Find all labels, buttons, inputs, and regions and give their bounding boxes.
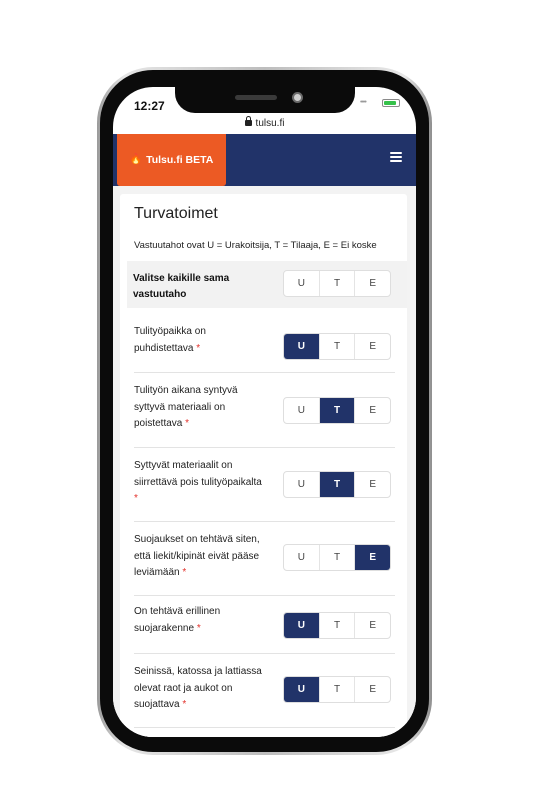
- option-e[interactable]: E: [355, 334, 390, 359]
- requirement-row: Tulityön aikana syntyvä syttyvä materiaa…: [134, 373, 395, 448]
- requirement-row: Tulityöpaikka on puhdistettava * U T E: [134, 316, 395, 373]
- select-all-label: Valitse kaikille sama vastuutaho: [133, 273, 230, 300]
- responsibility-segmented: UTE: [283, 676, 391, 703]
- page-title: Turvatoimet: [134, 205, 218, 222]
- speaker: [235, 95, 277, 100]
- requirement-label: Syttyvät materiaalit on siirrettävä pois…: [134, 458, 264, 508]
- brand-label: Tulsu.fi BETA: [146, 154, 214, 166]
- option-t[interactable]: T: [320, 334, 356, 359]
- option-u[interactable]: U: [284, 613, 320, 638]
- requirement-text: Suojaukset on tehtävä siten, että liekit…: [134, 534, 260, 578]
- option-e[interactable]: E: [355, 613, 390, 638]
- required-asterisk: *: [182, 699, 187, 710]
- responsibility-segmented: UTE: [283, 612, 391, 639]
- option-u[interactable]: U: [284, 334, 320, 359]
- battery-icon: [382, 99, 400, 107]
- option-t[interactable]: T: [320, 545, 356, 570]
- notch: [175, 87, 355, 113]
- requirement-row: Syttyvät materiaalit on siirrettävä pois…: [134, 448, 395, 522]
- responsibility-segmented: UTE: [283, 544, 391, 571]
- select-all-option-u[interactable]: U: [284, 271, 320, 296]
- select-all-option-t[interactable]: T: [320, 271, 356, 296]
- required-asterisk: *: [185, 418, 190, 429]
- requirement-text: Seinissä, katossa ja lattiassa olevat ra…: [134, 666, 262, 710]
- hamburger-menu-icon[interactable]: [390, 152, 402, 162]
- option-u[interactable]: U: [284, 472, 320, 497]
- requirement-text: On tehtävä erillinen suojarakenne: [134, 606, 221, 634]
- required-asterisk: *: [196, 622, 201, 634]
- requirement-text: Syttyvät materiaalit on siirrettävä pois…: [134, 460, 262, 488]
- requirement-row: Suojaukset on tehtävä siten, että liekit…: [134, 522, 395, 596]
- form-card: Turvatoimet Vastuutahot ovat U = Urakoit…: [120, 194, 407, 737]
- signal-icon: ••••: [360, 99, 367, 106]
- main-content: Turvatoimet Vastuutahot ovat U = Urakoit…: [113, 186, 416, 737]
- requirement-label: Seinissä, katossa ja lattiassa olevat ra…: [134, 664, 264, 714]
- option-t[interactable]: T: [320, 613, 356, 638]
- required-asterisk: *: [134, 493, 138, 504]
- url-text: tulsu.fi: [255, 118, 285, 129]
- option-e[interactable]: E: [355, 677, 390, 702]
- phone-frame: 12:27 •••• tulsu.fi 🔥 Tulsu.fi BETA Turv…: [97, 67, 432, 755]
- phone-screen: 12:27 •••• tulsu.fi 🔥 Tulsu.fi BETA Turv…: [113, 87, 416, 737]
- requirement-label: Suojaukset on tehtävä siten, että liekit…: [134, 532, 264, 582]
- lock-icon: [244, 116, 252, 126]
- option-u[interactable]: U: [284, 398, 320, 423]
- flame-icon: 🔥: [129, 154, 143, 165]
- option-t[interactable]: T: [319, 398, 356, 423]
- select-all-option-e[interactable]: E: [355, 271, 390, 296]
- requirement-row: Seinissä, katossa ja lattiassa olevat ra…: [134, 654, 395, 728]
- phone-bezel: 12:27 •••• tulsu.fi 🔥 Tulsu.fi BETA Turv…: [100, 70, 429, 752]
- responsibility-segmented: UTE: [283, 397, 391, 424]
- status-indicators: ••••: [360, 99, 400, 107]
- status-time: 12:27: [134, 99, 165, 113]
- legend-text: Vastuutahot ovat U = Urakoitsija, T = Ti…: [134, 240, 377, 251]
- required-asterisk: *: [182, 567, 187, 578]
- requirement-label: On tehtävä erillinen suojarakenne *: [134, 604, 264, 637]
- select-all-segmented: U T E: [283, 270, 391, 297]
- option-e[interactable]: E: [355, 398, 390, 423]
- select-all-row: Valitse kaikille sama vastuutaho U T E: [127, 261, 407, 308]
- responsibility-segmented: UTE: [283, 333, 391, 360]
- option-u[interactable]: U: [284, 545, 320, 570]
- camera: [292, 92, 303, 103]
- required-asterisk: *: [196, 342, 201, 354]
- navbar: 🔥 Tulsu.fi BETA: [113, 134, 416, 186]
- requirement-label: Tulityön aikana syntyvä syttyvä materiaa…: [134, 383, 264, 433]
- requirement-row: On tehtävä erillinen suojarakenne * U T E: [134, 596, 395, 654]
- brand-logo[interactable]: 🔥 Tulsu.fi BETA: [117, 134, 226, 186]
- option-e[interactable]: E: [355, 545, 390, 570]
- option-u[interactable]: U: [284, 677, 320, 702]
- responsibility-segmented: UTE: [283, 471, 391, 498]
- option-t[interactable]: T: [319, 472, 356, 497]
- url-bar[interactable]: tulsu.fi: [113, 116, 416, 129]
- requirement-label: Tulityöpaikka on puhdistettava *: [134, 324, 264, 357]
- option-e[interactable]: E: [355, 472, 390, 497]
- option-t[interactable]: T: [320, 677, 356, 702]
